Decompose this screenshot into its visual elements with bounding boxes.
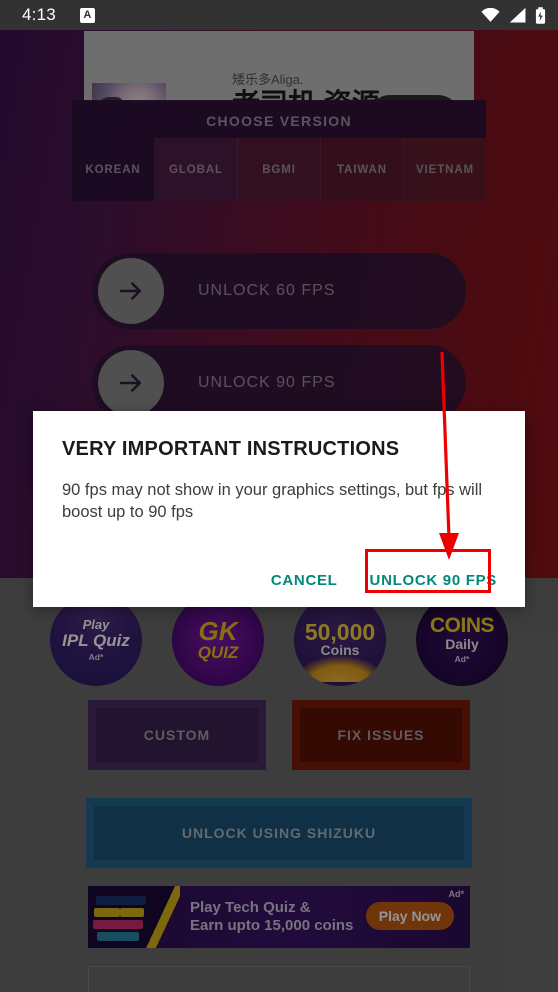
- wifi-icon: [481, 7, 500, 22]
- cellular-signal-icon: [509, 7, 526, 23]
- phone-screen: 矮乐多Aliga. 老司机.资源 打开 CHOOSE VERSION KOREA…: [0, 0, 558, 992]
- app-notification-icon: A: [79, 7, 95, 23]
- dialog-message: 90 fps may not show in your graphics set…: [62, 481, 483, 522]
- dialog-title: VERY IMPORTANT INSTRUCTIONS: [62, 438, 400, 460]
- status-bar-clock: 4:13: [22, 5, 56, 24]
- battery-charging-icon: [535, 6, 546, 24]
- status-bar-indicators: [481, 6, 546, 24]
- highlight-box: [365, 549, 491, 593]
- cancel-button[interactable]: CANCEL: [257, 562, 352, 599]
- status-bar: 4:13 A: [0, 0, 558, 30]
